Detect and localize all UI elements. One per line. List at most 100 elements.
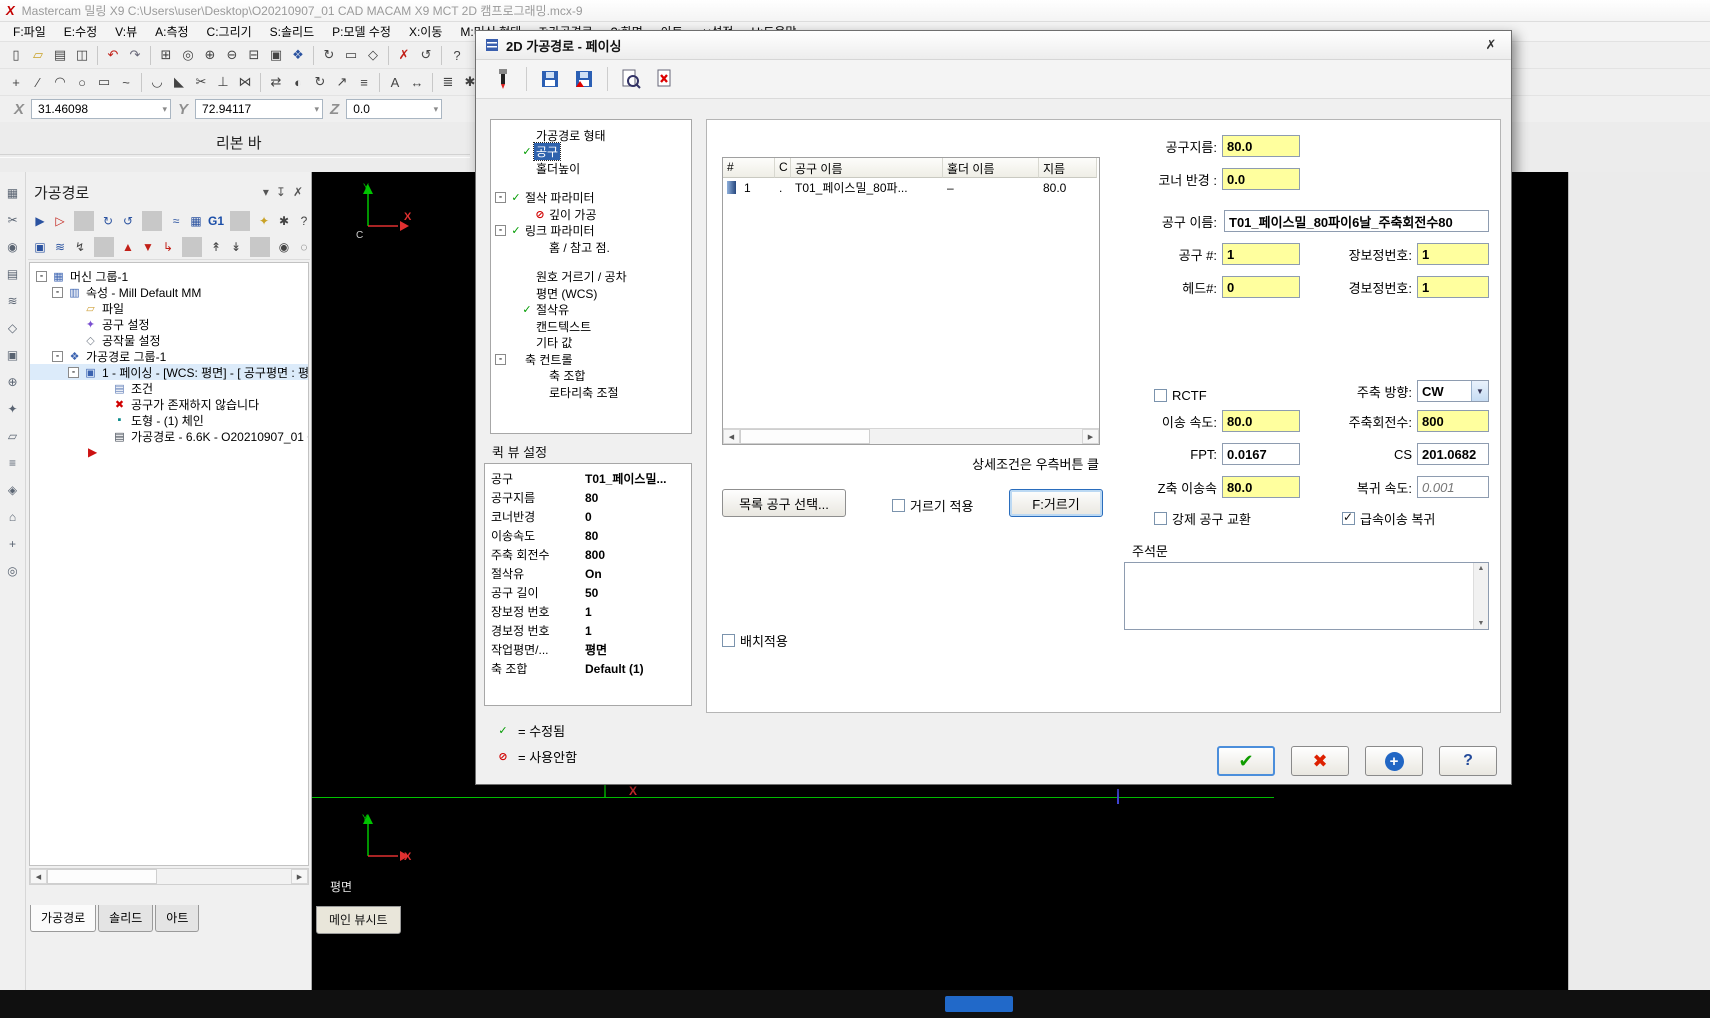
tree-expand-icon[interactable]: - (52, 350, 63, 362)
batch-checkbox[interactable]: 배치적용 (722, 631, 788, 650)
parameter-page-item[interactable]: - ✓ 절삭유 (491, 302, 691, 319)
chevron-down-icon[interactable]: ▼ (1471, 381, 1488, 401)
operations-tree-item[interactable]: - ▱ 파일 (30, 300, 308, 316)
parameter-page-item[interactable]: - 로타리축 조절 (491, 384, 691, 401)
retract-rate-field[interactable]: 0.001 (1417, 476, 1489, 498)
page-label[interactable]: 홀더높이 (534, 160, 582, 177)
diameter-offset-field[interactable]: 1 (1417, 276, 1489, 298)
parameter-page-item[interactable]: - ✓ 절삭 파라미터 (491, 190, 691, 207)
help-button[interactable]: ? (1439, 746, 1497, 776)
panel-menu-icon[interactable]: ▾ (263, 185, 269, 199)
backplot-icon[interactable]: ≈ (166, 211, 186, 231)
page-label[interactable]: 공구 (532, 142, 562, 162)
page-label[interactable]: 축 조합 (547, 367, 587, 384)
toolpath-options-icon[interactable]: ✱ (274, 211, 294, 231)
cs-field[interactable]: 201.0682 (1417, 443, 1489, 465)
menu-item[interactable]: E:수정 (55, 21, 106, 42)
top-view-icon[interactable]: ▭ (340, 44, 362, 66)
operations-tree-item[interactable]: - ▦ 머신 그룹-1 (30, 268, 308, 284)
break-icon[interactable]: ⊥ (212, 71, 234, 93)
col-number[interactable]: # (723, 158, 775, 178)
operations-tree-item[interactable]: - ✦ 공구 설정 (30, 316, 308, 332)
insert-position-arrow-icon[interactable]: ▶ (30, 444, 308, 460)
tree-expand-icon[interactable]: - (495, 353, 506, 365)
page-label[interactable]: 깊이 가공 (547, 206, 599, 223)
new-file-icon[interactable]: ▯ (5, 44, 27, 66)
spindle-speed-field[interactable]: 800 (1417, 410, 1489, 432)
panel-close-icon[interactable]: ✗ (293, 185, 303, 199)
parameter-page-item[interactable]: - 평면 (WCS) (491, 285, 691, 302)
comment-textarea[interactable]: ▲ ▼ (1124, 562, 1489, 630)
operations-tree-item[interactable]: - ▥ 속성 - Mill Default MM (30, 284, 308, 300)
scrollbar-thumb[interactable] (47, 869, 157, 884)
regen-dirty-operations-icon[interactable]: ↺ (118, 211, 138, 231)
create-arc-icon[interactable]: ◠ (49, 71, 71, 93)
force-tool-change-checkbox[interactable]: 강제 공구 교환 (1154, 509, 1251, 528)
parameter-page-item[interactable]: - ✓ 링크 파라미터 (491, 223, 691, 240)
isometric-view-icon[interactable]: ◇ (362, 44, 384, 66)
rapid-retract-checkbox[interactable]: 급속이송 복귀 (1342, 509, 1435, 528)
open-file-icon[interactable]: ▱ (27, 44, 49, 66)
parameter-page-item[interactable]: - ⊘ 깊이 가공 (491, 206, 691, 223)
toggle-rapid-moves-icon[interactable]: ↯ (70, 237, 90, 257)
ok-button[interactable]: ✔ (1217, 746, 1275, 776)
operations-tree-hscrollbar[interactable]: ◀ ▶ (29, 868, 309, 885)
undo-icon[interactable]: ↶ (102, 44, 124, 66)
select-dirty-operations-icon[interactable]: ▷ (50, 211, 70, 231)
verify-icon[interactable]: ▦ (186, 211, 206, 231)
create-spline-icon[interactable]: ~ (115, 71, 137, 93)
col-c[interactable]: C (775, 158, 791, 178)
menu-item[interactable]: C:그리기 (198, 21, 261, 42)
feed-speed-icon[interactable]: ✦ (254, 211, 274, 231)
comment-scrollbar[interactable]: ▲ ▼ (1473, 563, 1488, 629)
mru-function-icon-3[interactable]: ◉ (4, 238, 22, 256)
spindle-direction-select[interactable]: CW ▼ (1417, 380, 1489, 402)
scrollbar-thumb[interactable] (740, 429, 870, 444)
repaint-icon[interactable]: ❖ (287, 44, 309, 66)
levels-icon[interactable]: ≣ (437, 71, 459, 93)
menu-item[interactable]: A:측정 (146, 21, 197, 42)
col-holder-name[interactable]: 홀더 이름 (943, 158, 1039, 178)
trim-icon[interactable]: ✂ (190, 71, 212, 93)
x-coord-input[interactable]: 31.46098 (31, 99, 172, 119)
save-parameters-icon[interactable] (535, 65, 565, 93)
viewsheet-tab[interactable]: 메인 뷰시트 (316, 906, 401, 934)
mru-function-icon-2[interactable]: ✂ (4, 211, 22, 229)
mru-function-icon-5[interactable]: ≋ (4, 292, 22, 310)
create-circle-icon[interactable]: ○ (71, 71, 93, 93)
page-label[interactable]: 캔드텍스트 (534, 318, 593, 335)
join-icon[interactable]: ⋈ (234, 71, 256, 93)
tool-table-hscrollbar[interactable]: ◀ ▶ (723, 428, 1099, 444)
cancel-button[interactable]: ✖ (1291, 746, 1349, 776)
apply-all-button[interactable]: + (1365, 746, 1423, 776)
parameter-page-item[interactable]: - 캔드텍스트 (491, 318, 691, 335)
mru-function-icon-1[interactable]: ▦ (4, 184, 22, 202)
mru-function-icon-4[interactable]: ▤ (4, 265, 22, 283)
parameter-page-item[interactable]: - 기타 값 (491, 335, 691, 352)
rctf-checkbox[interactable]: RCTF (1154, 388, 1207, 403)
scroll-window-up-icon[interactable]: ↟ (206, 237, 226, 257)
parameter-page-item[interactable]: - 홈 / 참고 점. (491, 239, 691, 256)
length-offset-field[interactable]: 1 (1417, 243, 1489, 265)
help-icon[interactable]: ? (294, 211, 314, 231)
mru-function-icon-6[interactable]: ◇ (4, 319, 22, 337)
delete-entities-icon[interactable]: ✗ (393, 44, 415, 66)
page-label[interactable]: 링크 파라미터 (523, 222, 597, 239)
tree-expand-icon[interactable]: - (495, 192, 506, 204)
mru-function-icon-14[interactable]: + (4, 535, 22, 553)
z-coord-input[interactable]: 0.0 (346, 99, 443, 119)
mru-function-icon-11[interactable]: ≡ (4, 454, 22, 472)
xform-offset-icon[interactable]: ≡ (353, 71, 375, 93)
tool-name-field[interactable]: T01_페이스밀_80파이6날_주축회전수80 (1224, 210, 1489, 232)
toggle-toolpath-display-icon[interactable]: ≋ (50, 237, 70, 257)
xform-translate-icon[interactable]: ⇄ (265, 71, 287, 93)
page-label[interactable]: 축 컨트롤 (523, 351, 575, 368)
tree-expand-icon[interactable]: - (52, 286, 63, 298)
note-text-icon[interactable]: A (384, 71, 406, 93)
mru-function-icon-13[interactable]: ⌂ (4, 508, 22, 526)
remove-display-icon[interactable]: ◌ (294, 237, 314, 257)
operations-tree-item[interactable]: - ◇ 공작물 설정 (30, 332, 308, 348)
mru-function-icon-8[interactable]: ⊕ (4, 373, 22, 391)
page-label[interactable]: 절삭 파라미터 (523, 189, 597, 206)
dimension-icon[interactable]: ↔ (406, 71, 428, 93)
